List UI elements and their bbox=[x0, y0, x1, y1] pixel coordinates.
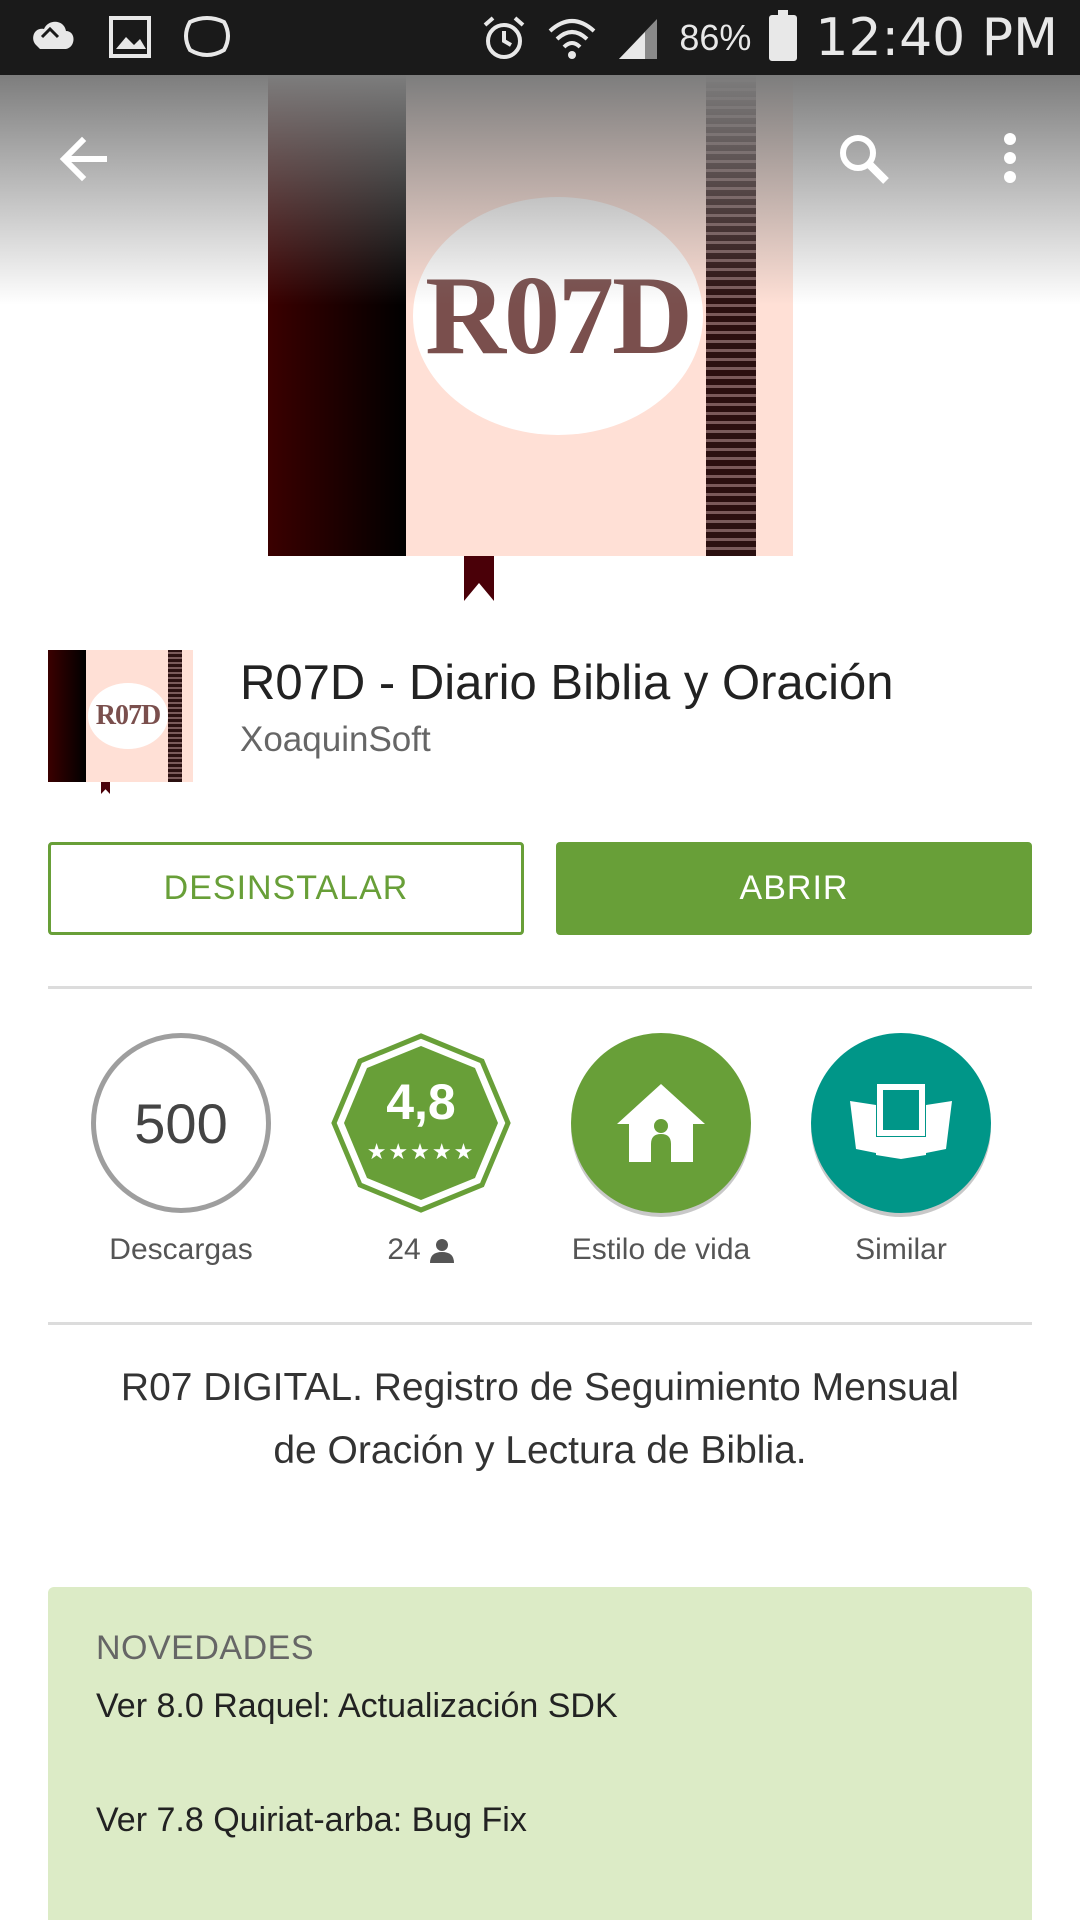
clock: 12:40 PM bbox=[815, 7, 1058, 68]
status-system: 86% 12:40 PM bbox=[479, 0, 1058, 75]
uninstall-button[interactable]: DESINSTALAR bbox=[48, 842, 524, 935]
search-button[interactable] bbox=[830, 125, 900, 195]
icon-strap bbox=[168, 650, 182, 782]
similar-badge[interactable] bbox=[811, 1033, 991, 1213]
alarm-icon bbox=[484, 15, 525, 59]
signal-icon bbox=[619, 18, 658, 59]
more-vert-icon bbox=[1004, 133, 1016, 183]
similar-stat[interactable]: Similar bbox=[811, 1033, 991, 1283]
person-icon bbox=[429, 1239, 454, 1263]
status-bar: 86% 12:40 PM bbox=[0, 0, 1080, 75]
search-icon bbox=[840, 135, 889, 184]
bookmark-ribbon bbox=[464, 556, 494, 601]
back-button[interactable] bbox=[50, 125, 120, 195]
back-arrow-icon bbox=[59, 136, 107, 182]
category-badge[interactable] bbox=[571, 1033, 751, 1213]
battery-icon bbox=[769, 9, 798, 61]
downloads-label: Descargas bbox=[109, 1233, 253, 1266]
description-line: de Oración y Lectura de Biblia. bbox=[273, 1429, 807, 1472]
feature-graphic: R07D bbox=[268, 75, 793, 556]
whats-new-title: NOVEDADES bbox=[96, 1629, 314, 1667]
whats-new-card[interactable]: NOVEDADES Ver 8.0 Raquel: Actualización … bbox=[48, 1587, 1032, 1920]
whats-new-item: Ver 7.8 Quiriat-arba: Bug Fix bbox=[96, 1801, 527, 1839]
app-title: R07D - Diario Biblia y Oración bbox=[240, 656, 894, 710]
divider bbox=[48, 1322, 1032, 1325]
home-icon bbox=[617, 1084, 705, 1162]
battery-percent: 86% bbox=[679, 16, 752, 58]
similar-apps-icon bbox=[850, 1084, 952, 1159]
rating-stars: ★★★★★ bbox=[366, 1139, 476, 1164]
logo-oval: R07D bbox=[413, 197, 703, 435]
banner-logo-text: R07D bbox=[425, 253, 693, 378]
downloads-badge: 500 bbox=[91, 1033, 271, 1213]
similar-label: Similar bbox=[855, 1233, 947, 1266]
icon-oval: R07D bbox=[88, 683, 168, 749]
downloads-stat: 500 Descargas bbox=[91, 1033, 271, 1283]
rating-value: 4,8 bbox=[386, 1074, 456, 1130]
whats-new-item: Ver 8.0 Raquel: Actualización SDK bbox=[96, 1687, 618, 1725]
rating-badge[interactable]: 4,8 ★★★★★ bbox=[331, 1033, 511, 1213]
divider bbox=[48, 986, 1032, 989]
more-options-button[interactable] bbox=[980, 125, 1040, 195]
notification-icon bbox=[33, 21, 74, 49]
rating-stat[interactable]: 4,8 ★★★★★ 24 bbox=[331, 1033, 511, 1283]
status-notifications bbox=[28, 12, 232, 62]
open-button[interactable]: ABRIR bbox=[556, 842, 1032, 935]
category-label: Estilo de vida bbox=[571, 1233, 751, 1266]
wifi-icon bbox=[548, 18, 596, 59]
chat-icon bbox=[184, 16, 230, 57]
icon-spine bbox=[48, 650, 86, 782]
app-icon-bookmark bbox=[101, 782, 110, 794]
app-icon: R07D bbox=[48, 650, 193, 782]
rating-count-label: 24 bbox=[301, 1233, 541, 1267]
gallery-icon bbox=[109, 16, 151, 58]
developer-link[interactable]: XoaquinSoft bbox=[240, 720, 431, 760]
category-stat[interactable]: Estilo de vida bbox=[571, 1033, 751, 1283]
app-icon-text: R07D bbox=[95, 700, 161, 731]
book-spine bbox=[268, 75, 406, 556]
app-description[interactable]: R07 DIGITAL. Registro de Seguimiento Men… bbox=[80, 1356, 1000, 1482]
rating-count: 24 bbox=[387, 1233, 421, 1266]
app-header: R07D bbox=[0, 75, 1080, 620]
description-line: R07 DIGITAL. Registro de Seguimiento Men… bbox=[120, 1366, 960, 1409]
book-strap bbox=[706, 75, 756, 556]
